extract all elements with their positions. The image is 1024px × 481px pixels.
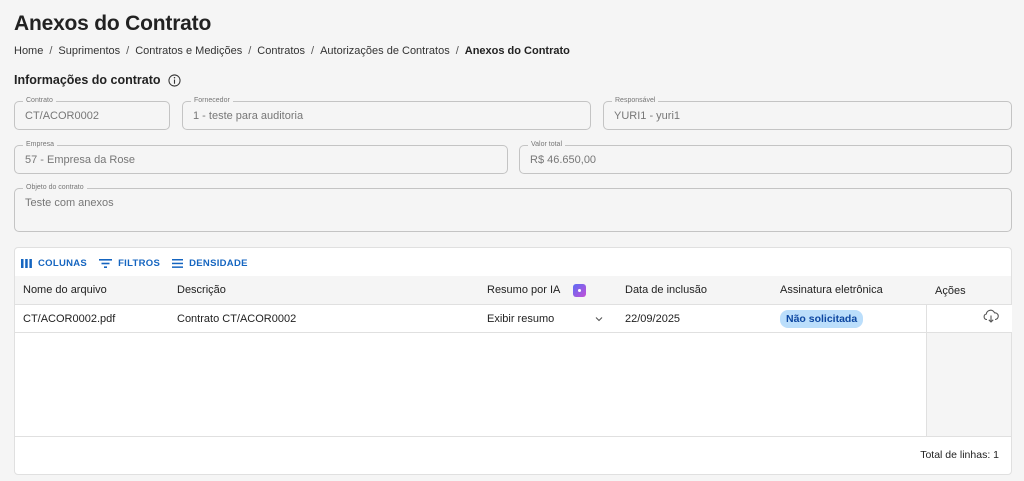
cell-date: 22/09/2025: [625, 313, 681, 325]
responsavel-label: Responsável: [612, 96, 659, 106]
section-title-text: Informações do contrato: [14, 73, 161, 87]
ai-summary-select[interactable]: Exibir resumo: [487, 305, 554, 333]
page-title: Anexos do Contrato: [14, 12, 212, 35]
status-badge: Não solicitada: [780, 310, 864, 328]
breadcrumb-separator: /: [455, 45, 459, 57]
cell-signature: Não solicitada: [780, 305, 864, 333]
breadcrumb-suprimentos[interactable]: Suprimentos: [58, 45, 120, 57]
columns-button[interactable]: COLUNAS: [21, 258, 87, 269]
header-file-name[interactable]: Nome do arquivo: [23, 276, 107, 304]
breadcrumb-separator: /: [126, 45, 130, 57]
fornecedor-value: 1 - teste para auditoria: [193, 110, 304, 122]
density-button[interactable]: DENSIDADE: [172, 258, 248, 269]
breadcrumb-separator: /: [248, 45, 252, 57]
breadcrumb-home[interactable]: Home: [14, 45, 43, 57]
columns-label: COLUNAS: [38, 258, 88, 269]
contrato-value: CT/ACOR0002: [25, 110, 99, 122]
empresa-field[interactable]: Empresa 57 - Empresa da Rose: [14, 140, 508, 174]
chevron-down-icon[interactable]: [595, 305, 603, 333]
contrato-field[interactable]: Contrato CT/ACOR0002: [14, 96, 170, 130]
empresa-value: 57 - Empresa da Rose: [25, 154, 136, 166]
cell-description: Contrato CT/ACOR0002: [177, 313, 297, 325]
table-row[interactable]: CT/ACOR0002.pdf Contrato CT/ACOR0002 Exi…: [15, 305, 1011, 333]
header-description[interactable]: Descrição: [177, 276, 226, 304]
objeto-value: Teste com anexos: [25, 197, 114, 209]
table-header: Nome do arquivo Descrição Resumo por IA …: [15, 276, 1011, 305]
breadcrumb-contratos[interactable]: Contratos: [257, 45, 305, 57]
fornecedor-label: Fornecedor: [191, 96, 233, 106]
section-title: Informações do contrato: [14, 73, 181, 87]
breadcrumb: Home / Suprimentos / Contratos e Mediçõe…: [14, 45, 570, 57]
breadcrumb-autorizacoes[interactable]: Autorizações de Contratos: [320, 45, 450, 57]
breadcrumb-separator: /: [311, 45, 315, 57]
filter-icon: [99, 259, 113, 268]
empresa-label: Empresa: [23, 140, 58, 150]
density-icon: [172, 259, 184, 268]
breadcrumb-separator: /: [49, 45, 53, 57]
header-signature[interactable]: Assinatura eletrônica: [780, 276, 883, 304]
valor-total-value: R$ 46.650,00: [530, 154, 597, 166]
grid-toolbar: COLUNAS FILTROS DENSIDADE: [21, 258, 260, 269]
attachments-grid: COLUNAS FILTROS DENSIDADE Nome do arquiv…: [14, 247, 1012, 475]
density-label: DENSIDADE: [189, 258, 248, 269]
valor-total-field[interactable]: Valor total R$ 46.650,00: [519, 140, 1012, 174]
objeto-field[interactable]: Objeto do contrato Teste com anexos: [14, 183, 1012, 232]
row-count: Total de linhas: 1: [920, 449, 999, 461]
cloud-download-icon[interactable]: [983, 309, 999, 328]
filters-label: FILTROS: [118, 258, 161, 269]
header-actions: Ações: [935, 285, 966, 297]
objeto-label: Objeto do contrato: [23, 183, 87, 193]
fornecedor-field[interactable]: Fornecedor 1 - teste para auditoria: [182, 96, 591, 130]
header-date[interactable]: Data de inclusão: [625, 276, 707, 304]
contrato-label: Contrato: [23, 96, 56, 106]
ai-sparkle-icon: [573, 283, 587, 297]
columns-icon: [21, 259, 32, 268]
table-footer: Total de linhas: 1: [15, 436, 1011, 474]
info-icon[interactable]: [167, 73, 181, 87]
header-ai-summary[interactable]: Resumo por IA: [487, 276, 587, 304]
filters-button[interactable]: FILTROS: [99, 258, 160, 269]
breadcrumb-contratos-medicoes[interactable]: Contratos e Medições: [135, 45, 242, 57]
cell-file-name: CT/ACOR0002.pdf: [23, 313, 116, 325]
breadcrumb-current: Anexos do Contrato: [464, 45, 570, 57]
responsavel-value: YURI1 - yuri1: [614, 110, 681, 122]
valor-total-label: Valor total: [528, 140, 565, 150]
header-ai-summary-label: Resumo por IA: [487, 284, 561, 296]
responsavel-field[interactable]: Responsável YURI1 - yuri1: [603, 96, 1012, 130]
